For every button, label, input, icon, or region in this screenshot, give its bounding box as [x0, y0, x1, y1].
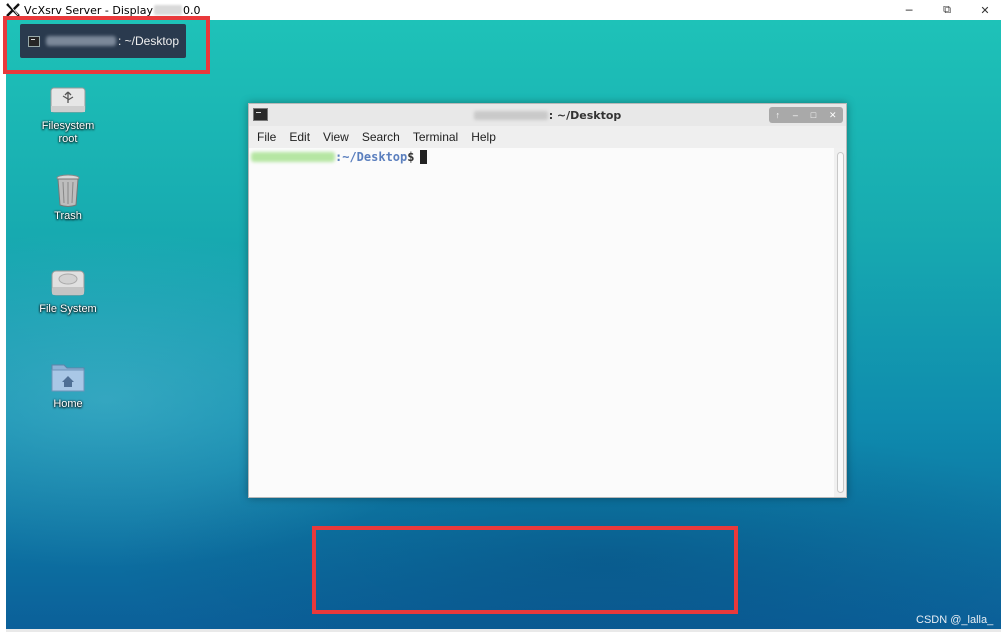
- x-logo-icon: [6, 3, 20, 17]
- menu-search[interactable]: Search: [362, 130, 400, 144]
- annotation-box-taskbar: [3, 16, 210, 74]
- desktop-icon-label: Filesystem: [41, 120, 95, 132]
- prompt-symbol: $: [407, 150, 415, 164]
- terminal-scrollbar[interactable]: [834, 148, 846, 497]
- menu-view[interactable]: View: [323, 130, 349, 144]
- minimize-button[interactable]: –: [793, 110, 798, 120]
- watermark: CSDN @_lalla_: [916, 614, 994, 626]
- menu-help[interactable]: Help: [471, 130, 496, 144]
- trash-icon: [48, 172, 88, 207]
- terminal-prompt-line: :~/Desktop $: [251, 150, 428, 164]
- menu-terminal[interactable]: Terminal: [413, 130, 458, 144]
- redacted-user-host: [473, 110, 548, 120]
- maximize-button[interactable]: □: [811, 110, 816, 120]
- desktop-icon-home[interactable]: Home: [32, 360, 104, 411]
- desktop-icon-label: root: [58, 133, 78, 145]
- hard-disk-icon: [48, 265, 88, 299]
- terminal-title-text: : ~/Desktop: [548, 108, 622, 122]
- restore-button[interactable]: ⧉: [928, 0, 966, 20]
- roll-up-button[interactable]: ↑: [775, 110, 780, 120]
- terminal-window[interactable]: : ~/Desktop ↑ – □ ✕ File Edit View Searc…: [248, 103, 847, 498]
- terminal-menubar: File Edit View Search Terminal Help: [249, 126, 846, 148]
- desktop-icon-label: File System: [39, 303, 97, 315]
- terminal-title: : ~/Desktop: [473, 108, 622, 122]
- desktop-icon-filesystem-root[interactable]: Filesystem root: [32, 82, 104, 146]
- menu-file[interactable]: File: [257, 130, 276, 144]
- usb-drive-icon: [48, 82, 88, 116]
- desktop-icon-label: Home: [53, 398, 83, 410]
- menu-edit[interactable]: Edit: [289, 130, 310, 144]
- window-title-suffix: 0.0: [182, 3, 201, 17]
- desktop-icon-label: Trash: [54, 210, 82, 222]
- terminal-window-controls: ↑ – □ ✕: [769, 107, 843, 123]
- terminal-output[interactable]: :~/Desktop $: [249, 148, 836, 497]
- prompt-path: :~/Desktop: [335, 150, 408, 164]
- window-title-prefix: VcXsrv Server - Display: [24, 3, 153, 17]
- redacted-user-host: [251, 152, 335, 162]
- desktop-icon-file-system[interactable]: File System: [32, 265, 104, 316]
- window-title: VcXsrv Server - Display 0.0: [24, 4, 200, 17]
- redacted-display: [153, 5, 182, 15]
- bottom-border: [6, 629, 1001, 632]
- close-button[interactable]: ✕: [966, 0, 1004, 20]
- terminal-titlebar[interactable]: : ~/Desktop ↑ – □ ✕: [249, 104, 846, 126]
- text-cursor: [420, 150, 428, 164]
- scrollbar-track[interactable]: [837, 152, 844, 493]
- close-button[interactable]: ✕: [829, 110, 837, 121]
- minimize-button[interactable]: ─: [890, 0, 928, 20]
- home-folder-icon: [48, 360, 88, 394]
- desktop-icon-trash[interactable]: Trash: [32, 172, 104, 223]
- window-controls: ─ ⧉ ✕: [890, 0, 1004, 20]
- annotation-box-bottom: [312, 526, 738, 614]
- terminal-icon: [253, 108, 268, 121]
